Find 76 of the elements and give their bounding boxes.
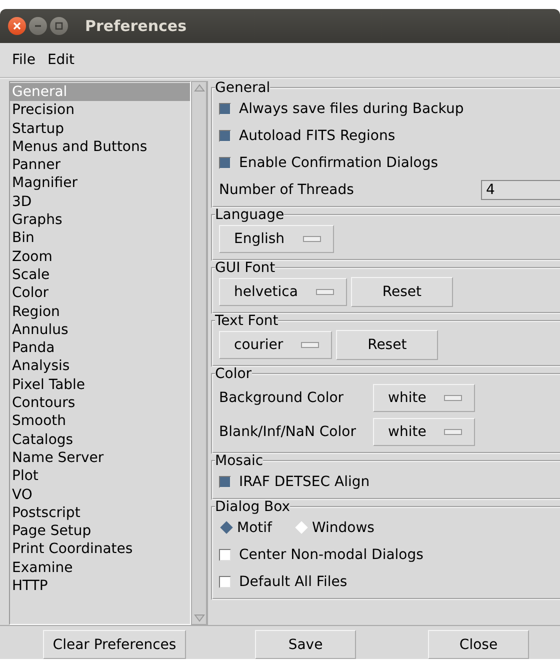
window-title: Preferences: [85, 17, 187, 35]
radio-button[interactable]: [295, 521, 308, 534]
group-title: Language: [215, 208, 284, 222]
reset-button[interactable]: Reset: [350, 277, 453, 307]
list-item[interactable]: Plot: [10, 467, 190, 486]
list-item[interactable]: 3D: [10, 192, 190, 212]
maximize-button[interactable]: [50, 17, 68, 35]
list-item[interactable]: Pixel Table: [10, 376, 190, 394]
list-item[interactable]: Panner: [10, 156, 190, 174]
dropdown-button[interactable]: English: [219, 225, 334, 253]
dropdown-button[interactable]: white: [373, 418, 476, 446]
list-item[interactable]: Page Setup: [10, 522, 190, 540]
radio-label[interactable]: Motif: [237, 520, 272, 536]
list-item[interactable]: Color: [10, 284, 190, 303]
dialog-button[interactable]: Save: [255, 630, 356, 659]
field-label: Background Color: [219, 390, 345, 406]
checkbox[interactable]: [219, 576, 231, 588]
group-title: Mosaic: [215, 454, 264, 468]
list-item[interactable]: Catalogs: [10, 430, 190, 449]
list-item[interactable]: Zoom: [10, 248, 190, 266]
list-item[interactable]: HTTP: [10, 577, 190, 596]
checkbox-label[interactable]: Always save files during Backup: [239, 100, 464, 116]
list-item[interactable]: Contours: [10, 394, 190, 412]
close-icon: [12, 21, 22, 31]
list-item[interactable]: Bin: [10, 229, 190, 248]
list-item[interactable]: Menus and Buttons: [10, 138, 190, 156]
list-item[interactable]: Graphs: [10, 211, 190, 230]
dropdown-indicator-icon: [301, 342, 320, 348]
threads-field[interactable]: 4: [481, 180, 560, 200]
list-item[interactable]: Postscript: [10, 504, 190, 522]
checkbox-label[interactable]: Enable Confirmation Dialogs: [239, 154, 438, 170]
dropdown-button[interactable]: white: [373, 384, 476, 412]
checkbox[interactable]: [219, 548, 231, 560]
menu-item[interactable]: File: [6, 52, 42, 68]
field-label: Blank/Inf/NaN Color: [219, 424, 357, 440]
list-item[interactable]: Startup: [10, 120, 190, 138]
checkbox-label[interactable]: IRAF DETSEC Align: [239, 474, 370, 490]
list-item[interactable]: Panda: [10, 339, 190, 358]
dropdown-button[interactable]: courier: [219, 331, 332, 359]
list-item[interactable]: Examine: [10, 558, 190, 578]
list-item[interactable]: Name Server: [10, 448, 190, 468]
group-title: Text Font: [215, 314, 278, 328]
dropdown-button[interactable]: helvetica: [219, 278, 347, 306]
list-item[interactable]: Annulus: [10, 320, 190, 340]
dialog-button[interactable]: Close: [428, 630, 529, 659]
list-item[interactable]: Precision: [10, 101, 190, 120]
list-item[interactable]: Region: [10, 302, 190, 321]
checkbox[interactable]: [219, 156, 231, 168]
dropdown-indicator-icon: [316, 289, 334, 295]
group-title: GUI Font: [215, 261, 276, 275]
list-item[interactable]: Print Coordinates: [10, 540, 190, 559]
group-title: Color: [215, 367, 252, 381]
group-title: General: [215, 81, 270, 95]
checkbox[interactable]: [219, 476, 231, 488]
list-item[interactable]: Scale: [10, 266, 190, 284]
checkbox-label[interactable]: Default All Files: [239, 574, 348, 590]
list-item[interactable]: VO: [10, 486, 190, 504]
checkbox[interactable]: [219, 102, 231, 114]
maximize-icon: [54, 21, 64, 31]
reset-button[interactable]: Reset: [336, 330, 438, 360]
checkbox[interactable]: [219, 130, 231, 142]
field-label: Number of Threads: [219, 182, 355, 198]
dialog-button[interactable]: Clear Preferences: [43, 630, 186, 659]
close-button[interactable]: [8, 17, 26, 35]
list-item[interactable]: Analysis: [10, 357, 190, 376]
dropdown-indicator-icon: [302, 236, 321, 242]
group-title: Dialog Box: [215, 500, 290, 514]
list-item[interactable]: Magnifier: [10, 174, 190, 193]
dropdown-indicator-icon: [444, 429, 462, 435]
dropdown-indicator-icon: [444, 395, 462, 401]
checkbox-label[interactable]: Autoload FITS Regions: [239, 128, 396, 144]
checkbox-label[interactable]: Center Non-modal Dialogs: [239, 546, 424, 562]
radio-button[interactable]: [220, 521, 233, 534]
radio-label[interactable]: Windows: [312, 520, 374, 536]
menu-item[interactable]: Edit: [41, 52, 81, 68]
list-item[interactable]: Smooth: [10, 412, 190, 431]
